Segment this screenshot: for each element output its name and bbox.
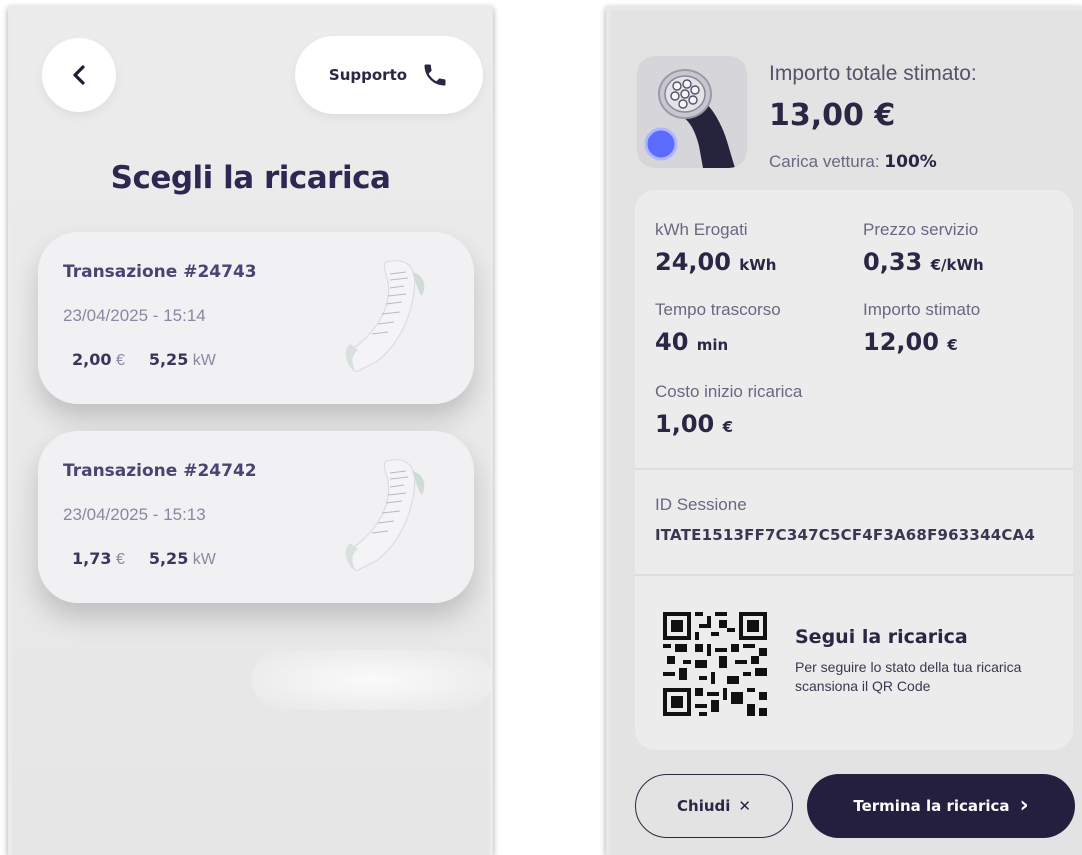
metric-estimated: Importo stimato 12,00 € xyxy=(863,300,981,356)
support-label: Supporto xyxy=(328,66,408,84)
metric-start-cost: Costo inizio ricarica 1,00 € xyxy=(655,382,803,438)
session-id-value: ITATE1513FF7C347C5CF4F3A68F963344CA4 xyxy=(655,526,1035,544)
divider xyxy=(635,468,1073,470)
end-charge-label: Termina la ricarica xyxy=(853,797,1010,815)
end-charge-button[interactable]: Termina la ricarica › xyxy=(807,774,1075,838)
transaction-card[interactable]: Transazione #24742 23/04/2025 - 15:13 1,… xyxy=(38,431,474,603)
divider xyxy=(635,574,1073,576)
ghost-placeholder xyxy=(252,650,492,710)
estimate-label: Importo totale stimato: xyxy=(769,62,977,85)
metric-kwh: kWh Erogati 24,00 kWh xyxy=(655,220,777,276)
screen-background: Importo totale stimato: 13,00 € Carica v… xyxy=(611,10,1082,855)
close-label: Chiudi xyxy=(677,797,731,815)
screen-background: Supporto Scegli la ricarica Transazione … xyxy=(12,10,492,855)
follow-title: Segui la ricarica xyxy=(795,626,968,648)
back-button[interactable] xyxy=(42,38,116,112)
page-title: Scegli la ricarica xyxy=(110,160,391,196)
transaction-values: 2,00 € 5,25 kW xyxy=(72,350,216,370)
chevron-left-icon xyxy=(73,65,85,85)
vehicle-charge: Carica vettura: 100% xyxy=(769,152,937,172)
transaction-title: Transazione #24742 xyxy=(63,461,257,481)
estimate-value: 13,00 € xyxy=(769,98,896,133)
receipt-icon xyxy=(345,459,425,571)
charger-plug-image xyxy=(637,56,747,168)
close-button[interactable]: Chiudi ✕ xyxy=(635,774,793,838)
receipt-icon xyxy=(345,260,425,372)
qr-code-icon xyxy=(663,612,767,716)
charge-summary-screen: Importo totale stimato: 13,00 € Carica v… xyxy=(606,6,1082,855)
transaction-datetime: 23/04/2025 - 15:14 xyxy=(63,306,206,325)
charger-plug-icon xyxy=(644,69,735,168)
transaction-title: Transazione #24743 xyxy=(63,262,257,282)
phone-icon xyxy=(424,64,446,86)
transaction-power: 5,25 kW xyxy=(148,549,216,568)
vehicle-charge-value: 100% xyxy=(884,152,937,172)
transaction-amount: 2,00 € xyxy=(72,350,125,369)
close-icon: ✕ xyxy=(738,797,751,815)
session-details-panel: kWh Erogati 24,00 kWh Prezzo servizio 0,… xyxy=(635,190,1073,750)
session-id-label: ID Sessione xyxy=(655,495,747,514)
transaction-power: 5,25 kW xyxy=(148,350,216,369)
transaction-datetime: 23/04/2025 - 15:13 xyxy=(63,505,206,524)
chevron-right-icon: › xyxy=(1019,793,1029,818)
transaction-amount: 1,73 € xyxy=(72,549,125,568)
transaction-card[interactable]: Transazione #24743 23/04/2025 - 15:14 2,… xyxy=(38,232,474,404)
metric-time: Tempo trascorso 40 min xyxy=(655,300,781,356)
support-button[interactable]: Supporto xyxy=(295,36,483,114)
transaction-values: 1,73 € 5,25 kW xyxy=(72,549,216,569)
follow-description: Per seguire lo stato della tua ricarica … xyxy=(795,659,1022,694)
transactions-screen: Supporto Scegli la ricarica Transazione … xyxy=(8,6,493,855)
metric-price: Prezzo servizio 0,33 €/kWh xyxy=(863,220,984,276)
